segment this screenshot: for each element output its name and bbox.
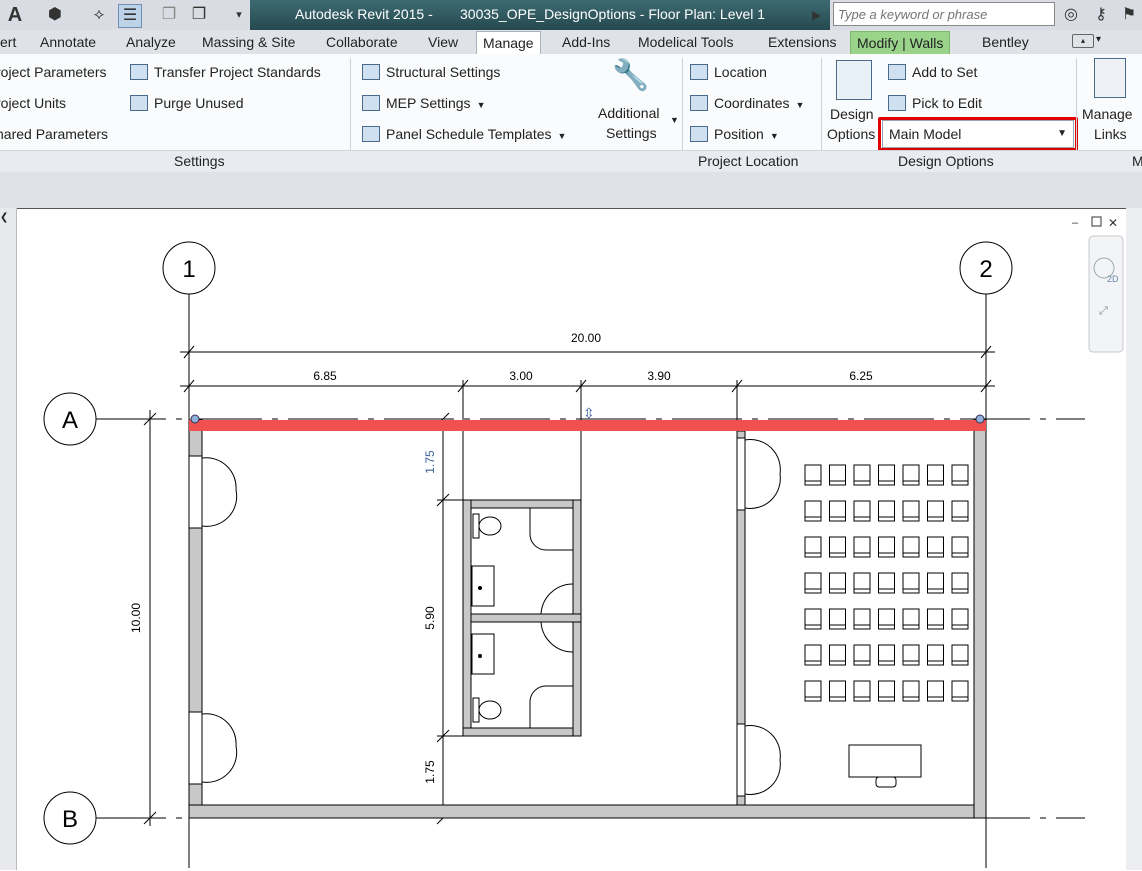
seat	[829, 572, 846, 594]
door[interactable]	[188, 711, 238, 785]
seat	[804, 464, 822, 486]
seat	[804, 572, 822, 594]
seat	[927, 572, 944, 594]
dimension-text[interactable]: 6.85	[313, 369, 337, 383]
seat	[878, 464, 895, 486]
seat	[902, 644, 920, 666]
seat	[902, 572, 920, 594]
seat	[853, 680, 871, 702]
dimension-text[interactable]: 1.75	[423, 760, 437, 784]
seat	[829, 680, 846, 702]
dimension-text[interactable]: 3.00	[509, 369, 533, 383]
seat	[951, 680, 969, 702]
dimension-text[interactable]: 20.00	[571, 331, 601, 345]
seat	[927, 608, 944, 630]
seat	[902, 500, 920, 522]
dimension-text[interactable]: 10.00	[129, 603, 143, 633]
seat	[951, 572, 969, 594]
grid-label: A	[62, 407, 78, 434]
dimension-text[interactable]: 3.90	[647, 369, 671, 383]
dimension-text[interactable]: 5.90	[423, 606, 437, 630]
grid-bubble-1[interactable]: 1	[162, 241, 216, 295]
door[interactable]	[736, 437, 781, 511]
grid-bubble-2[interactable]: 2	[959, 241, 1013, 295]
seat	[853, 644, 871, 666]
seat	[927, 644, 944, 666]
chair	[875, 776, 897, 788]
seat	[902, 680, 920, 702]
seat	[927, 536, 944, 558]
seat	[878, 608, 895, 630]
seat	[878, 536, 895, 558]
desk	[848, 744, 922, 778]
grid-bubble-a[interactable]: A	[43, 392, 97, 446]
seat	[927, 464, 944, 486]
seat	[853, 572, 871, 594]
seat	[853, 608, 871, 630]
seat	[927, 680, 944, 702]
seat	[878, 644, 895, 666]
seat	[853, 464, 871, 486]
door[interactable]	[736, 723, 781, 797]
seat	[804, 608, 822, 630]
selected-wall[interactable]	[189, 420, 986, 431]
flip-arrows-icon[interactable]: ⇳	[583, 405, 595, 421]
seat	[829, 500, 846, 522]
seat	[804, 680, 822, 702]
grid-label: 2	[979, 256, 992, 283]
seat	[951, 464, 969, 486]
grid-bubble-b[interactable]: B	[43, 791, 97, 845]
seat	[829, 536, 846, 558]
wall-endpoint-handle[interactable]	[190, 414, 200, 424]
seat	[902, 608, 920, 630]
svg-text:✕: ✕	[1108, 216, 1118, 230]
seat	[878, 680, 895, 702]
seat	[902, 536, 920, 558]
grid-label: 1	[182, 256, 195, 283]
seat	[804, 644, 822, 666]
navigation-bar[interactable]: 2D ⤢	[1088, 235, 1124, 353]
seat	[878, 500, 895, 522]
seat	[853, 536, 871, 558]
seat	[951, 644, 969, 666]
seat	[804, 536, 822, 558]
seat	[902, 464, 920, 486]
seat	[829, 464, 846, 486]
view-window-controls[interactable]: – ✕	[1072, 216, 1118, 230]
svg-text:–: –	[1072, 217, 1079, 229]
svg-text:⤢: ⤢	[1099, 305, 1108, 317]
seat	[878, 572, 895, 594]
view-cube-2d-label: 2D	[1107, 274, 1119, 284]
wall-endpoint-handle[interactable]	[975, 414, 985, 424]
seat	[829, 608, 846, 630]
seat	[927, 500, 944, 522]
door[interactable]	[188, 455, 238, 529]
floor-plan: – ✕ 2D ⤢ 1 2 A B 20.00 6.85 3.00 3.90 6.…	[43, 216, 1124, 870]
dimension-text[interactable]: 1.75	[423, 450, 437, 474]
seat	[951, 536, 969, 558]
grid-label: B	[62, 806, 78, 833]
seating-area	[804, 464, 969, 702]
dimension-text[interactable]: 6.25	[849, 369, 873, 383]
seat	[829, 644, 846, 666]
seat	[951, 500, 969, 522]
seat	[804, 500, 822, 522]
seat	[853, 500, 871, 522]
seat	[951, 608, 969, 630]
